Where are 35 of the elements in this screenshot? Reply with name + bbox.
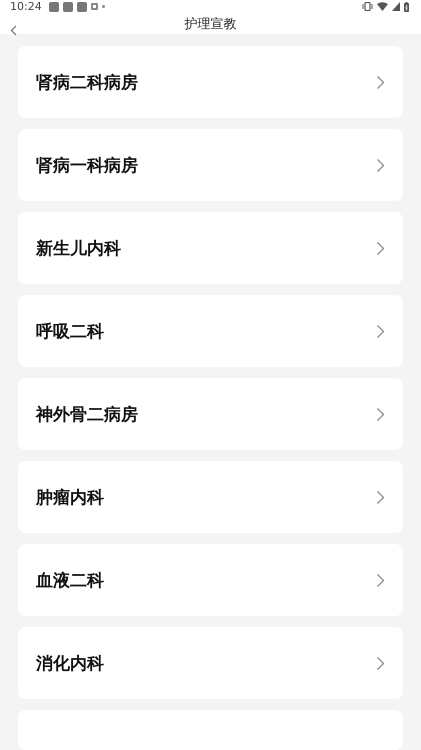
notification-icon [90, 3, 98, 10]
chevron-right-icon [376, 656, 385, 670]
department-item[interactable]: 新生儿内科 [18, 212, 403, 284]
notification-icon [48, 2, 59, 12]
vibrate-icon [362, 2, 373, 11]
dot-icon [102, 5, 105, 8]
department-item[interactable]: 血液二科 [18, 544, 403, 616]
department-name: 神外骨二病房 [36, 404, 138, 426]
department-name: 新生儿内科 [36, 238, 121, 260]
chevron-right-icon [376, 490, 385, 504]
notification-icon [76, 2, 87, 12]
chevron-right-icon [376, 324, 385, 338]
department-item[interactable]: 肿瘤内科 [18, 461, 403, 533]
chevron-right-icon [376, 406, 385, 422]
department-item[interactable]: 消化内科 [18, 627, 403, 699]
back-icon [10, 25, 17, 36]
notification-icon [62, 2, 73, 12]
page-title: 护理宣教 [184, 16, 236, 32]
department-name: 肾病二科病房 [36, 72, 138, 94]
chevron-right-icon [376, 74, 385, 90]
department-name: 肾病一科病房 [36, 154, 138, 176]
department-name: 肿瘤内科 [36, 486, 104, 508]
department-item[interactable]: 肾病二科病房 [18, 46, 403, 118]
status-time: 10:24 [10, 0, 42, 13]
signal-icon [392, 2, 400, 11]
department-name: 呼吸二科 [36, 320, 104, 342]
department-name: 血液二科 [36, 570, 104, 592]
chevron-right-icon [376, 572, 385, 588]
department-item[interactable]: 肾病一科病房 [18, 129, 403, 201]
department-name: 消化内科 [36, 652, 104, 674]
wifi-icon [377, 2, 388, 11]
department-item[interactable]: 呼吸二科 [18, 295, 403, 367]
chevron-right-icon [376, 240, 385, 256]
department-item[interactable]: 神外骨二病房 [18, 378, 403, 450]
chevron-right-icon [376, 158, 385, 172]
